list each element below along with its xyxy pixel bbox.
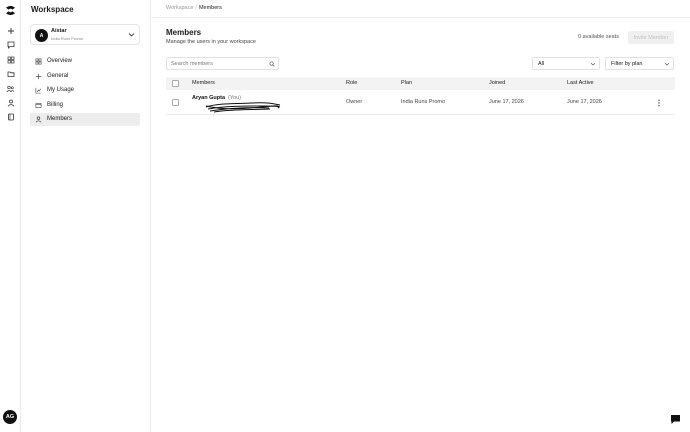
table-header: Members Role Plan Joined Last Active — [166, 77, 675, 90]
folder-icon[interactable] — [5, 68, 16, 79]
logo-icon[interactable] — [5, 5, 16, 16]
page-subtitle: Manage the users in your workspace — [166, 39, 256, 45]
column-header-joined[interactable]: Joined — [489, 80, 505, 87]
chevron-down-icon — [664, 63, 670, 66]
select-all-checkbox[interactable] — [172, 80, 179, 87]
member-role: Owner — [346, 99, 363, 105]
column-header-plan[interactable]: Plan — [401, 80, 412, 87]
workspace-name: Aistar — [51, 28, 67, 34]
sidebar-item-overview[interactable]: Overview — [30, 55, 140, 68]
chevron-down-icon — [590, 63, 596, 66]
breadcrumb-separator: / — [195, 5, 197, 11]
plan-filter-select[interactable]: Filter by plan — [605, 57, 674, 70]
breadcrumb-parent[interactable]: Workspace — [166, 5, 193, 11]
book-icon[interactable] — [5, 111, 16, 122]
redacted-email-scribble — [205, 102, 281, 113]
chevron-down-icon — [128, 33, 135, 37]
user-icon[interactable] — [5, 97, 16, 108]
sidebar-item-label: Billing — [47, 102, 64, 108]
user-avatar[interactable]: AG — [3, 410, 17, 424]
sidebar-item-label: Overview — [47, 58, 73, 64]
sidebar-item-members[interactable]: Members — [30, 113, 140, 126]
invite-member-button[interactable]: Invite Member — [628, 31, 674, 44]
role-filter-select[interactable]: All — [532, 57, 600, 70]
header-divider — [151, 17, 690, 18]
sidebar: Workspace A Aistar India Runs Promo Over… — [21, 0, 151, 432]
sidebar-item-my-usage[interactable]: My Usage — [30, 84, 140, 97]
plus-icon[interactable] — [5, 25, 16, 36]
search-box[interactable] — [166, 57, 279, 70]
workspace-avatar: A — [35, 29, 48, 42]
member-joined: June 17, 2026 — [489, 99, 524, 105]
main-content: Workspace / Members Members Manage the use… — [151, 0, 690, 432]
sidebar-item-label: Members — [47, 116, 73, 122]
breadcrumb: Workspace / Members — [166, 5, 222, 12]
chat-support-icon[interactable] — [670, 414, 681, 425]
billing-icon — [34, 102, 42, 110]
member-last-active: June 17, 2026 — [567, 99, 602, 105]
breadcrumb-current: Members — [198, 5, 222, 11]
search-icon — [269, 61, 275, 67]
plan-filter-value: Filter by plan — [611, 60, 643, 67]
available-seats: 0 available seats — [578, 34, 619, 40]
table-row: Aryan Gupta (You) Owner India Runs Promo … — [166, 90, 675, 115]
column-header-members[interactable]: Members — [192, 80, 215, 87]
overview-icon — [34, 58, 42, 66]
grid-icon[interactable] — [5, 54, 16, 65]
more-options-icon[interactable] — [656, 99, 662, 107]
workspace-plan: India Runs Promo — [51, 36, 84, 41]
column-header-role[interactable]: Role — [346, 80, 357, 87]
plus-icon — [34, 73, 42, 81]
sidebar-item-billing[interactable]: Billing — [30, 99, 140, 112]
sidebar-item-general[interactable]: General — [30, 70, 140, 83]
sidebar-title: Workspace — [31, 5, 74, 14]
row-checkbox[interactable] — [172, 99, 179, 106]
search-input[interactable] — [171, 60, 263, 68]
chart-icon — [34, 87, 42, 95]
workspace-switcher[interactable]: A Aistar India Runs Promo — [30, 24, 140, 45]
team-icon[interactable] — [5, 83, 16, 94]
chat-icon[interactable] — [5, 39, 16, 50]
sidebar-item-label: General — [47, 73, 69, 79]
page-title: Members — [166, 28, 202, 37]
member-plan: India Runs Promo — [401, 99, 446, 105]
role-filter-value: All — [538, 60, 545, 67]
icon-rail: AG — [0, 0, 21, 432]
column-header-last-active[interactable]: Last Active — [567, 80, 594, 87]
sidebar-item-label: My Usage — [47, 87, 75, 93]
user-icon — [34, 116, 42, 124]
